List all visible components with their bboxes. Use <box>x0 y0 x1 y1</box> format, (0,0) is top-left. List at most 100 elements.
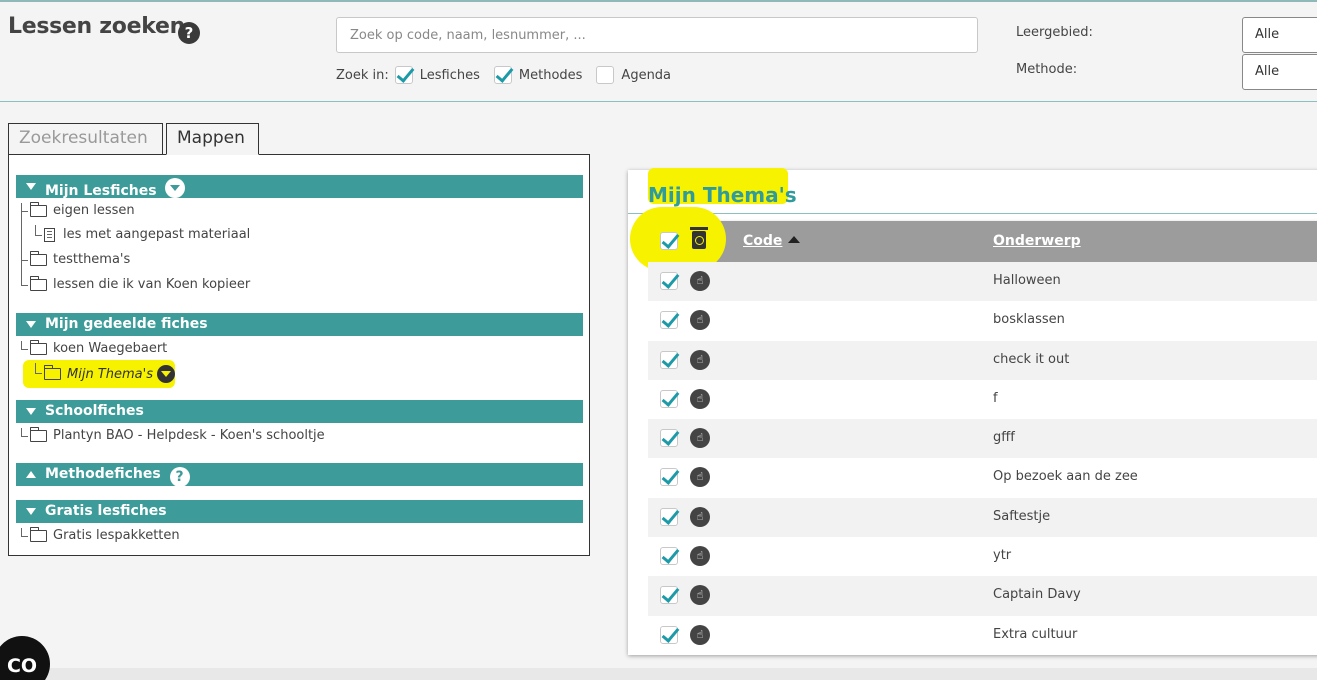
row-checkbox[interactable] <box>660 625 678 644</box>
hand-icon[interactable]: ☝ <box>690 585 710 606</box>
zoek-in-lesfiches[interactable]: Lesfiches <box>393 66 480 84</box>
section-label: Mijn gedeelde fiches <box>45 316 208 332</box>
section-label: Gratis lesfiches <box>45 503 167 519</box>
table-row[interactable]: ☝ gfff <box>648 419 1317 459</box>
trash-icon[interactable] <box>690 227 708 249</box>
row-checkbox[interactable] <box>660 272 678 290</box>
hand-icon[interactable]: ☝ <box>690 310 710 331</box>
hand-icon[interactable]: ☝ <box>690 428 710 449</box>
divider <box>628 213 1317 214</box>
row-onderwerp: ytr <box>993 548 1012 564</box>
folder-testthemas[interactable]: testthema's <box>21 212 130 267</box>
agenda-checkbox[interactable] <box>596 66 615 84</box>
table-row[interactable]: ☝ bosklassen <box>648 301 1317 340</box>
tree-connector <box>35 363 42 374</box>
zoek-in-agenda[interactable]: Agenda <box>594 66 671 84</box>
table-row[interactable]: ☝ f <box>648 380 1317 419</box>
methodes-label: Methodes <box>518 67 583 83</box>
row-checkbox[interactable] <box>660 468 678 487</box>
section-label: Schoolfiches <box>45 403 144 419</box>
hand-icon[interactable]: ☝ <box>690 388 710 409</box>
zoek-in-methodes[interactable]: Methodes <box>492 66 583 84</box>
table-row[interactable]: ☝ ytr <box>648 537 1317 576</box>
open-folder-icon <box>30 339 47 355</box>
row-onderwerp: Saftestje <box>993 508 1051 524</box>
hand-icon[interactable]: ☝ <box>690 271 710 291</box>
row-checkbox[interactable] <box>660 507 678 526</box>
row-onderwerp: gfff <box>993 430 1015 446</box>
file-les-met-aangepast-materiaal[interactable]: les met aangepast materiaal <box>35 225 250 242</box>
folder-plantyn-bao[interactable]: Plantyn BAO - Helpdesk - Koen's schooltj… <box>21 426 325 443</box>
select-all-checkbox[interactable] <box>660 232 678 250</box>
document-icon <box>44 227 55 242</box>
table-row[interactable]: ☝ Captain Davy <box>648 576 1317 616</box>
row-onderwerp: Halloween <box>993 273 1061 288</box>
leergebied-select[interactable]: Alle <box>1242 17 1317 53</box>
row-checkbox[interactable] <box>660 311 678 330</box>
column-code[interactable]: Code <box>743 233 801 249</box>
lesfiches-checkbox[interactable] <box>394 66 413 84</box>
row-onderwerp: bosklassen <box>993 312 1065 328</box>
hand-icon[interactable]: ☝ <box>690 467 710 488</box>
sort-asc-icon <box>788 236 801 243</box>
table-row[interactable]: ☝ Halloween <box>648 262 1317 302</box>
table-row[interactable]: ☝ Saftestje <box>648 497 1317 538</box>
co-badge[interactable]: CO <box>0 636 50 680</box>
lesfiches-label: Lesfiches <box>419 67 480 83</box>
section-schoolfiches[interactable]: Schoolfiches <box>16 400 583 423</box>
table-row[interactable]: ☝ check it out <box>648 340 1317 380</box>
folder-icon <box>30 426 47 442</box>
leergebied-label: Leergebied: <box>1016 25 1093 40</box>
row-onderwerp: check it out <box>993 351 1070 367</box>
collapse-icon <box>26 508 36 515</box>
section-gratis-lesfiches[interactable]: Gratis lesfiches <box>16 500 583 523</box>
folder-mijn-themas[interactable]: Mijn Thema's <box>35 363 175 383</box>
table-row[interactable]: ☝ Extra cultuur <box>648 616 1317 655</box>
collapse-icon <box>26 408 36 415</box>
shared-folder-icon <box>30 250 47 266</box>
row-checkbox[interactable] <box>660 586 678 605</box>
search-header: Lessen zoeken ? Zoek in: Lesfiches Metho… <box>0 2 1317 102</box>
hand-icon[interactable]: ☝ <box>690 546 710 567</box>
chevron-down-icon[interactable] <box>165 178 186 198</box>
row-checkbox[interactable] <box>660 350 678 369</box>
row-onderwerp: Op bezoek aan de zee <box>993 469 1138 485</box>
folder-tree: Mijn Lesfiches eigen lessen les met aang… <box>8 154 590 556</box>
section-mijn-gedeelde-fiches[interactable]: Mijn gedeelde fiches <box>16 313 583 336</box>
tab-zoekresultaten[interactable]: Zoekresultaten <box>8 123 163 155</box>
folder-label: Plantyn BAO - Helpdesk - Koen's schooltj… <box>53 428 325 443</box>
row-checkbox[interactable] <box>660 389 678 408</box>
hand-icon[interactable]: ☝ <box>690 506 710 527</box>
search-input[interactable] <box>336 17 978 53</box>
row-checkbox[interactable] <box>660 547 678 566</box>
folder-eigen-lessen[interactable]: eigen lessen <box>21 201 135 218</box>
help-icon[interactable]: ? <box>169 467 190 487</box>
tree-connector <box>21 203 28 212</box>
page-title: Lessen zoeken <box>8 14 185 39</box>
methodes-checkbox[interactable] <box>493 66 512 84</box>
methode-select[interactable]: Alle <box>1242 54 1317 90</box>
tree-connector <box>21 528 28 537</box>
folder-gratis-lespakketten[interactable]: Gratis lespakketten <box>21 526 180 543</box>
section-methodefiches[interactable]: Methodefiches ? <box>16 463 583 487</box>
hand-icon[interactable]: ☝ <box>690 624 710 645</box>
folder-koen-waegebaert[interactable]: koen Waegebaert <box>21 339 167 356</box>
row-onderwerp: Captain Davy <box>993 587 1081 603</box>
collapse-icon <box>26 183 36 190</box>
tab-mappen[interactable]: Mappen <box>166 123 259 155</box>
hand-icon[interactable]: ☝ <box>690 349 710 370</box>
tree-connector <box>35 225 42 236</box>
shared-folder-icon <box>44 365 61 380</box>
row-onderwerp: f <box>993 390 998 406</box>
help-icon[interactable]: ? <box>178 22 200 44</box>
table-row[interactable]: ☝ Op bezoek aan de zee <box>648 458 1317 497</box>
column-onderwerp[interactable]: Onderwerp <box>993 233 1081 249</box>
chevron-down-icon[interactable] <box>156 365 175 383</box>
folder-lessen-die-ik-van-koen-kopieer[interactable]: lessen die ik van Koen kopieer <box>21 261 250 292</box>
section-mijn-lesfiches[interactable]: Mijn Lesfiches <box>16 175 583 199</box>
footer-bar <box>0 668 1317 680</box>
row-checkbox[interactable] <box>660 429 678 448</box>
section-label: Mijn Lesfiches <box>45 183 157 199</box>
folder-icon <box>30 275 47 291</box>
tree-connector <box>21 341 28 350</box>
